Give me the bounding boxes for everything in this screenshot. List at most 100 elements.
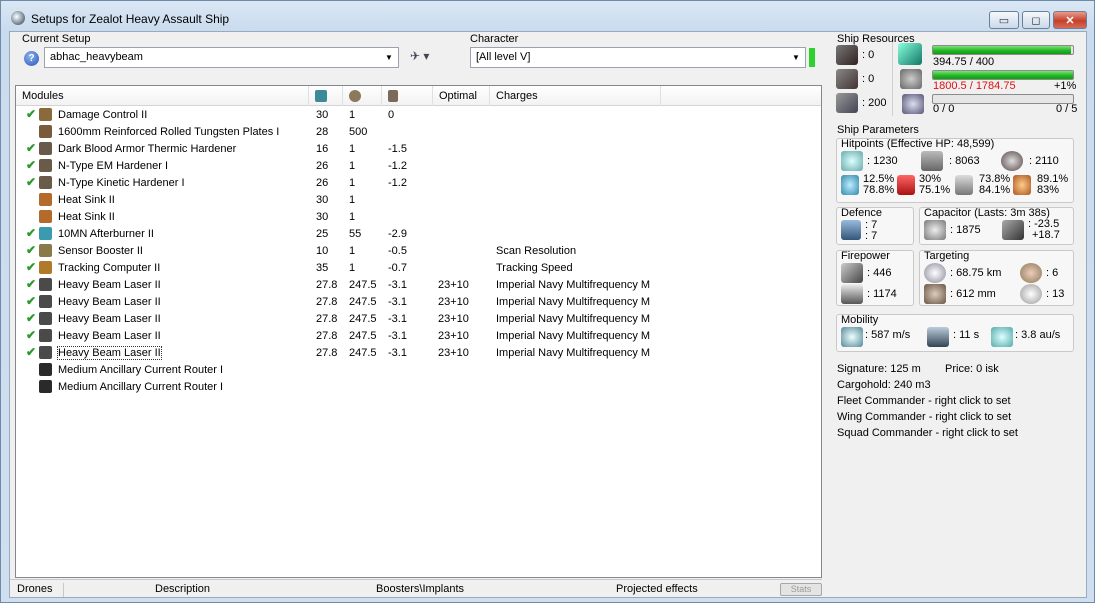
module-row[interactable]: Heat Sink II 30 1 (16, 209, 821, 226)
module-row[interactable]: ✔ Dark Blood Armor Thermic Hardener 16 1 -1.… (16, 141, 821, 158)
module-row[interactable]: ✔ Heavy Beam Laser II 27.8 247.5 -3.1 23+10 Im… (16, 311, 821, 328)
module-row[interactable]: ✔ 10MN Afterburner II 25 55 -2.9 (16, 226, 821, 243)
check-icon: ✔ (26, 226, 37, 240)
defence-title: Defence (841, 207, 882, 219)
check-icon: ✔ (26, 175, 37, 189)
module-power: 247.5 (349, 296, 377, 308)
module-cpu: 27.8 (316, 313, 338, 325)
check-icon: ✔ (26, 328, 37, 342)
module-row[interactable]: ✔ Heavy Beam Laser II 27.8 247.5 -3.1 23+10 Im… (16, 328, 821, 345)
module-optimal: 23+10 (438, 296, 469, 308)
module-cap: -1.2 (388, 177, 407, 189)
module-cap: -3.1 (388, 313, 407, 325)
module-name: Heavy Beam Laser II (58, 279, 161, 291)
col-power[interactable] (343, 86, 382, 106)
col-cap[interactable] (382, 86, 433, 106)
module-cap: -3.1 (388, 330, 407, 342)
module-power: 1 (349, 194, 356, 206)
module-power: 1 (349, 109, 356, 121)
module-icon (39, 278, 52, 291)
module-row[interactable]: ✔ Damage Control II 30 1 0 (16, 107, 821, 124)
defence-b: : 7 (865, 230, 878, 242)
module-power: 247.5 (349, 347, 377, 359)
module-row[interactable]: ✔ N-Type Kinetic Hardener I 26 1 -1.2 (16, 175, 821, 192)
module-charge[interactable]: Imperial Navy Multifrequency M (496, 279, 650, 291)
powergrid-overload: +1% (1054, 80, 1077, 92)
em-armor: 78.8% (863, 184, 895, 196)
capacitor-recharge: +18.7 (1032, 229, 1060, 241)
module-cpu: 27.8 (316, 347, 338, 359)
dps-icon (841, 263, 863, 283)
module-row[interactable]: ✔ Tracking Computer II 35 1 -0.7 Tracking Spe… (16, 260, 821, 277)
check-icon: ✔ (26, 158, 37, 172)
module-cpu: 26 (316, 160, 329, 172)
col-charges[interactable]: Charges (490, 86, 661, 106)
module-name: Heat Sink II (58, 194, 115, 206)
stats-button[interactable]: Stats (780, 583, 822, 596)
tab-projected-effects[interactable]: Projected effects (616, 583, 698, 595)
fleet-commander[interactable]: Fleet Commander - right click to set (837, 396, 1011, 407)
defence-box: Defence : 7 : 7 (836, 207, 914, 245)
warp-speed: : 3.8 au/s (1015, 329, 1061, 341)
modules-grid[interactable]: Modules Optimal Charges ✔ Damage Control … (15, 85, 822, 578)
module-row[interactable]: Heat Sink II 30 1 (16, 192, 821, 209)
help-icon[interactable]: ? (24, 51, 39, 66)
character-select[interactable]: [All level V] ▼ (470, 47, 806, 68)
check-icon: ✔ (26, 243, 37, 257)
module-row[interactable]: ✔ Heavy Beam Laser II 27.8 247.5 -3.1 23+10 Im… (16, 277, 821, 294)
module-charge[interactable]: Imperial Navy Multifrequency M (496, 347, 650, 359)
col-optimal[interactable]: Optimal (433, 86, 490, 106)
minimize-button[interactable]: ▭ (989, 11, 1019, 29)
module-name: N-Type Kinetic Hardener I (58, 177, 185, 189)
module-row[interactable]: Medium Ancillary Current Router I (16, 362, 821, 379)
module-row[interactable]: 1600mm Reinforced Rolled Tungsten Plates… (16, 124, 821, 141)
module-row[interactable]: ✔ N-Type EM Hardener I 26 1 -1.2 (16, 158, 821, 175)
armor-hp: : 8063 (949, 155, 980, 167)
module-cpu: 35 (316, 262, 329, 274)
close-button[interactable]: ✕ (1053, 11, 1087, 29)
squad-commander[interactable]: Squad Commander - right click to set (837, 428, 1018, 439)
module-row[interactable]: Medium Ancillary Current Router I (16, 379, 821, 396)
max-speed: : 587 m/s (865, 329, 911, 341)
check-icon: ✔ (26, 311, 37, 325)
sensor-strength: : 13 (1046, 288, 1065, 300)
module-power: 1 (349, 143, 356, 155)
module-charge[interactable]: Tracking Speed (496, 262, 573, 274)
module-cpu: 28 (316, 126, 329, 138)
setup-select[interactable]: abhac_heavybeam ▼ (44, 47, 399, 68)
module-cpu: 27.8 (316, 330, 338, 342)
current-setup-label: Current Setup (22, 33, 91, 45)
window-title: Setups for Zealot Heavy Assault Ship (31, 12, 230, 26)
module-power: 1 (349, 211, 356, 223)
max-targets: : 6 (1046, 267, 1059, 279)
drone-bay-icon (836, 93, 858, 113)
tab-boosters-implants[interactable]: Boosters\Implants (376, 583, 464, 595)
turret-hardpoints: : 0 (862, 49, 875, 61)
module-row[interactable]: ✔ Sensor Booster II 10 1 -0.5 Scan Resolution (16, 243, 821, 260)
module-charge[interactable]: Imperial Navy Multifrequency M (496, 296, 650, 308)
tab-description[interactable]: Description (155, 583, 210, 595)
capacitor-icon (924, 220, 946, 240)
em-resist-icon (841, 175, 859, 195)
tab-drones[interactable]: Drones (17, 583, 52, 595)
module-charge[interactable]: Imperial Navy Multifrequency M (496, 313, 650, 325)
wing-commander[interactable]: Wing Commander - right click to set (837, 412, 1011, 423)
module-name: Heavy Beam Laser II (57, 346, 162, 360)
col-modules[interactable]: Modules (16, 86, 309, 106)
cargohold: Cargohold: 240 m3 (837, 379, 931, 391)
module-cpu: 16 (316, 143, 329, 155)
module-row[interactable]: ✔ Heavy Beam Laser II 27.8 247.5 -3.1 23+10 Im… (16, 345, 821, 362)
title-bar[interactable]: Setups for Zealot Heavy Assault Ship ▭ ◻… (1, 1, 1094, 31)
check-icon: ✔ (26, 107, 37, 121)
col-cpu[interactable] (309, 86, 343, 106)
ship-menu-button[interactable]: ✈ ▾ (410, 49, 429, 63)
module-name: Sensor Booster II (58, 245, 143, 257)
module-charge[interactable]: Imperial Navy Multifrequency M (496, 330, 650, 342)
module-icon (39, 176, 52, 189)
module-charge[interactable]: Scan Resolution (496, 245, 576, 257)
module-name: Medium Ancillary Current Router I (58, 364, 224, 376)
maximize-button[interactable]: ◻ (1022, 11, 1050, 29)
module-row[interactable]: ✔ Heavy Beam Laser II 27.8 247.5 -3.1 23+10 Im… (16, 294, 821, 311)
module-icon (39, 295, 52, 308)
module-name: 10MN Afterburner II (58, 228, 154, 240)
